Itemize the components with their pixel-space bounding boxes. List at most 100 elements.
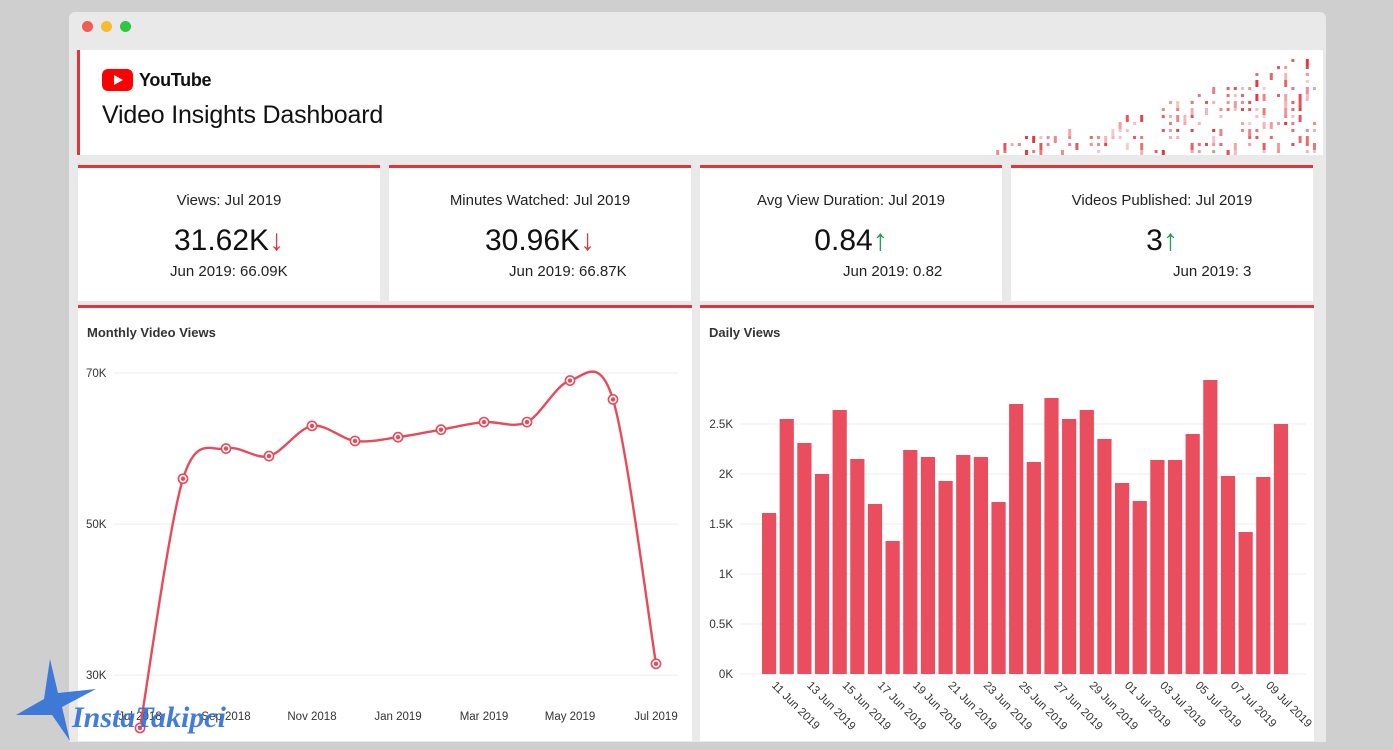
pattern-dot	[1017, 143, 1021, 146]
pattern-dot	[1226, 150, 1230, 155]
close-window-button[interactable]	[82, 21, 93, 32]
bar	[1115, 483, 1130, 674]
kpi-number: 0.84	[814, 224, 873, 257]
page-title: Video Insights Dashboard	[102, 101, 384, 129]
pattern-dot	[1118, 129, 1122, 132]
daily-views-panel: 0K 0.5K 1K 1.5K 2K 2.5K 11 Jun 2019 13 Jun 2019…	[700, 305, 1314, 741]
pattern-dot	[1197, 94, 1201, 97]
pattern-dot	[1241, 94, 1244, 97]
youtube-play-icon	[102, 69, 133, 91]
pattern-dot	[1313, 87, 1316, 90]
pattern-dot	[1226, 108, 1230, 111]
pattern-dot	[1313, 143, 1316, 150]
watermark: InstaTakipci	[16, 659, 227, 741]
pattern-dot	[1255, 80, 1259, 87]
pattern-dot	[1298, 101, 1302, 108]
chart-title: Monthly Video Views	[87, 325, 216, 340]
pattern-dot	[1190, 150, 1194, 153]
pattern-dot	[1176, 136, 1180, 139]
pattern-dot	[1219, 108, 1223, 111]
pattern-dot	[1233, 101, 1237, 108]
pattern-dot	[1097, 143, 1100, 146]
pattern-dot	[1183, 115, 1187, 122]
kpi-number: 30.96K	[484, 224, 581, 257]
header-decoration	[996, 59, 1316, 155]
pattern-dot	[1075, 143, 1079, 150]
pattern-dot	[1248, 129, 1252, 136]
y-tick-label: 1K	[719, 569, 733, 581]
x-tick-label: May 2019	[545, 711, 596, 723]
pattern-dot	[1305, 129, 1309, 132]
pattern-dot	[1169, 136, 1172, 139]
pattern-dot	[996, 150, 1000, 155]
pattern-dot	[1291, 122, 1295, 125]
pattern-dot	[1284, 94, 1288, 101]
kpi-value: 0.84↑	[700, 224, 1002, 258]
pattern-dot	[1176, 115, 1180, 122]
kpi-label: Views: Jul 2019	[176, 192, 282, 209]
bar	[797, 443, 812, 674]
watermark-text: InstaTakipci	[71, 701, 227, 734]
pattern-dot	[1255, 108, 1259, 111]
trend-down-icon: ↓	[580, 224, 596, 257]
pattern-dot	[1305, 136, 1309, 143]
pattern-dot	[1176, 129, 1180, 132]
pattern-dot	[1313, 129, 1316, 132]
kpi-value: 30.96K↓	[389, 224, 691, 258]
kpi-label: Minutes Watched: Jul 2019	[449, 192, 631, 209]
pattern-dot	[1226, 101, 1230, 104]
y-tick-label: 1.5K	[709, 519, 733, 531]
x-tick-label: Mar 2019	[460, 711, 509, 723]
pattern-dot	[1133, 136, 1136, 139]
bar	[1273, 424, 1289, 674]
pattern-dot	[1111, 136, 1115, 139]
pattern-dot	[1298, 94, 1302, 101]
pattern-dot	[1277, 94, 1280, 97]
bar	[850, 459, 865, 674]
minimize-window-button[interactable]	[101, 21, 112, 32]
y-tick-label: 2K	[719, 469, 733, 481]
pattern-dot	[1248, 136, 1252, 139]
browser-window: YouTube Video Insights Dashboard Views: …	[69, 12, 1326, 742]
bar	[867, 504, 883, 674]
pattern-dot	[1068, 136, 1072, 139]
pattern-dot	[1161, 129, 1165, 132]
bar	[956, 455, 971, 674]
kpi-number: 31.62K	[173, 224, 270, 257]
pattern-dot	[1111, 129, 1115, 136]
pattern-dot	[1212, 143, 1216, 146]
youtube-logo: YouTube	[102, 68, 212, 92]
pattern-dot	[1089, 143, 1093, 146]
pattern-dot	[1255, 73, 1259, 76]
y-tick-label: 2.5K	[709, 419, 733, 431]
pattern-dot	[1205, 101, 1208, 104]
pattern-dot	[1025, 150, 1028, 155]
pattern-dot	[1255, 129, 1259, 132]
x-tick-label: Jul 2019	[634, 711, 677, 723]
pattern-dot	[1241, 87, 1244, 90]
pattern-dot	[1068, 143, 1072, 146]
maximize-window-button[interactable]	[120, 21, 131, 32]
pattern-dot	[1061, 150, 1064, 155]
pattern-dot	[1284, 108, 1288, 115]
pattern-dot	[1125, 115, 1129, 122]
pattern-dot	[1190, 129, 1194, 132]
pattern-dot	[1219, 115, 1223, 118]
data-point-core	[481, 419, 487, 425]
pattern-dot	[1255, 115, 1259, 118]
pattern-dot	[1039, 150, 1043, 155]
pattern-dot	[1233, 108, 1237, 111]
trend-up-icon: ↑	[872, 224, 888, 257]
data-point-core	[524, 419, 530, 425]
data-point-core	[567, 378, 573, 383]
pattern-dot	[1046, 136, 1050, 139]
bar	[991, 502, 1006, 674]
pattern-dot	[1212, 101, 1216, 104]
data-point-core	[180, 476, 186, 481]
y-tick-label: 0.5K	[709, 619, 733, 631]
pattern-dot	[1291, 101, 1295, 104]
pattern-dot	[1277, 122, 1280, 125]
pattern-dot	[1089, 136, 1093, 139]
brand-name: YouTube	[139, 69, 212, 90]
pattern-dot	[1104, 136, 1108, 143]
